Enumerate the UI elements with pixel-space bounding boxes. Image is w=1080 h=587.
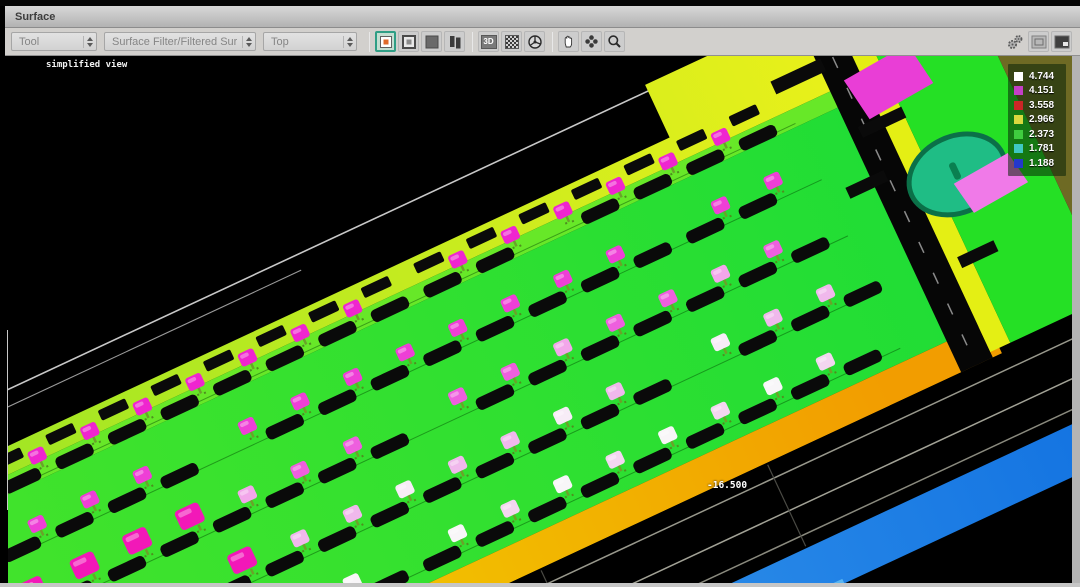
magnifier-icon [607,34,622,49]
zoom-button[interactable] [604,31,625,52]
toolbar-separator [369,32,370,52]
mesh-display-button[interactable] [501,31,522,52]
panel-frame-icon [1031,35,1047,49]
panel-toggle-button[interactable] [1028,31,1049,52]
surface-filter-dropdown[interactable]: Surface Filter/Filtered Surface [104,32,256,51]
legend-value: 2.966 [1029,114,1054,125]
layout-corner-icon [1054,35,1070,49]
toolbar: Tool Surface Filter/Filtered Surface Top [5,28,1080,56]
box-display-button[interactable] [398,31,419,52]
tool-dropdown[interactable]: Tool [11,32,97,51]
view-orientation-dropdown[interactable]: Top [263,32,357,51]
legend-entry: 2.966 [1014,113,1062,128]
legend-entry: 1.781 [1014,142,1062,157]
simplified-view-label: simplified view [46,60,127,70]
layout-toggle-button[interactable] [1051,31,1072,52]
legend-value: 1.188 [1029,158,1054,169]
viewport-right-strip [1072,56,1080,583]
toolbar-separator [472,32,473,52]
orbit-flower-icon [584,34,599,49]
toolbar-separator [552,32,553,52]
viewport-3d[interactable]: simplified view 4.744 4.151 3.558 2.966 2.37… [8,56,1072,583]
surface-window: Surface Tool Surface Filter/Filtered Sur… [0,0,1080,587]
legend-value: 3.558 [1029,100,1054,111]
legend-value: 2.373 [1029,129,1054,140]
legend-swatch [1014,159,1023,168]
elevation-annotation: -16.500 [707,480,747,491]
dropdown-arrows-icon [242,36,251,48]
solid-display-icon [425,35,439,49]
mesh-display-icon [505,35,519,49]
legend-swatch [1014,86,1023,95]
dropdown-arrows-icon [343,36,352,48]
split-display-icon [448,35,462,49]
window-title: Surface [15,11,55,23]
title-bar[interactable]: Surface [5,6,1080,28]
legend-value: 4.744 [1029,71,1054,82]
legend-swatch [1014,72,1023,81]
wheel-icon [527,34,543,50]
wheel-display-button[interactable] [524,31,545,52]
orbit-button[interactable] [581,31,602,52]
legend-entry: 2.373 [1014,127,1062,142]
dropdown-arrows-icon [83,36,92,48]
points-display-icon [379,35,393,49]
points-display-button[interactable] [375,31,396,52]
split-display-button[interactable] [444,31,465,52]
legend-value: 4.151 [1029,85,1054,96]
hand-icon [561,34,576,49]
legend-swatch [1014,101,1023,110]
elevation-legend: 4.744 4.151 3.558 2.966 2.373 1.781 1.188 [1008,64,1066,176]
settings-button[interactable] [1005,31,1026,52]
legend-entry: 4.744 [1014,69,1062,84]
legend-swatch [1014,115,1023,124]
gears-icon [1007,34,1025,50]
view-orientation-dropdown-value: Top [271,36,338,48]
legend-entry: 3.558 [1014,98,1062,113]
scene-3d-view[interactable] [8,56,1072,583]
window-bottom-strip [0,583,1080,587]
legend-value: 1.781 [1029,143,1054,154]
legend-entry: 1.188 [1014,156,1062,171]
surface-filter-dropdown-value: Surface Filter/Filtered Surface [112,36,237,48]
view-3d-label: 3D [481,35,497,49]
legend-entry: 4.151 [1014,84,1062,99]
view-3d-button[interactable]: 3D [478,31,499,52]
toolbar-right-group [1005,31,1074,52]
solid-display-button[interactable] [421,31,442,52]
box-display-icon [402,35,416,49]
legend-swatch [1014,130,1023,139]
pan-button[interactable] [558,31,579,52]
tool-dropdown-value: Tool [19,36,78,48]
legend-swatch [1014,144,1023,153]
